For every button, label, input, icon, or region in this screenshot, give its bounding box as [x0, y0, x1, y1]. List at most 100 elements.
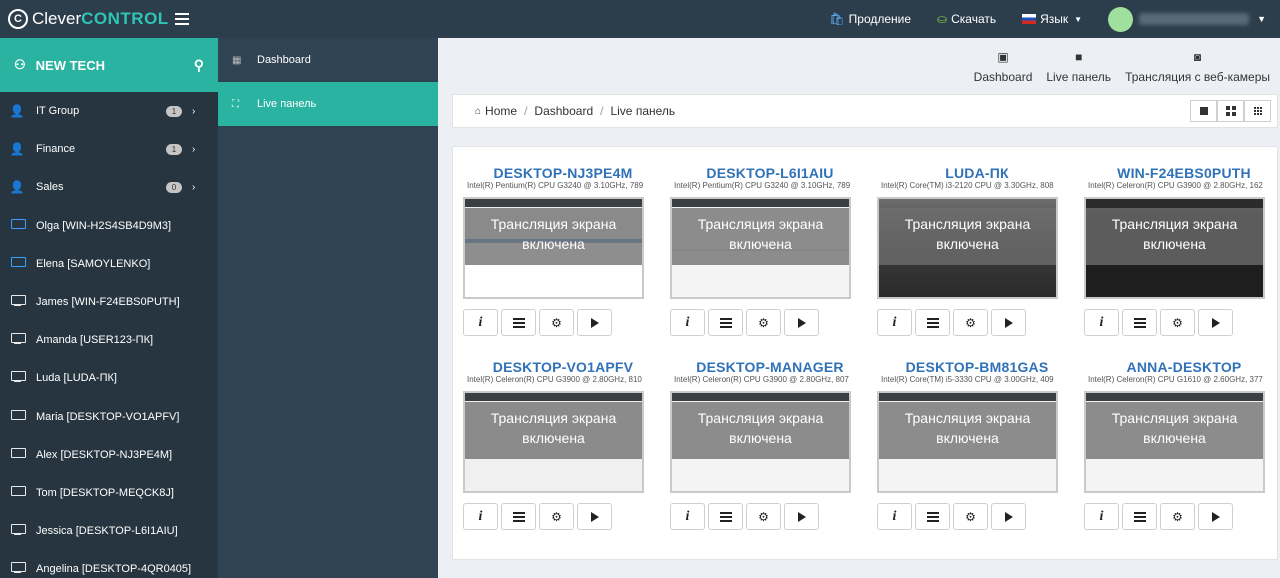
breadcrumb-current: Live панель — [610, 104, 676, 118]
list-button[interactable] — [501, 503, 536, 530]
play-button[interactable] — [784, 309, 819, 336]
monitor-icon — [10, 485, 26, 497]
play-button[interactable] — [991, 309, 1026, 336]
screen-thumbnail[interactable]: Трансляция экрана включена — [670, 391, 851, 493]
info-button[interactable]: i — [1084, 503, 1119, 530]
info-button[interactable]: i — [670, 309, 705, 336]
subnav-live[interactable]: ⛶ Live панель — [218, 82, 438, 126]
sidebar-computer-james[interactable]: James [WIN-F24EBS0PUTH] — [0, 283, 218, 321]
list-button[interactable] — [501, 309, 536, 336]
sidebar-list: 👤 IT Group 1 › 👤 Finance 1 › 👤 Sales 0 ›… — [0, 92, 218, 578]
list-icon — [1133, 317, 1146, 328]
grid-1x1-button[interactable] — [1190, 100, 1217, 122]
settings-button[interactable]: ⚙ — [539, 503, 574, 530]
sidebar-group-finance[interactable]: 👤 Finance 1 › — [0, 130, 218, 168]
computer-name[interactable]: DESKTOP-MANAGER — [670, 359, 870, 375]
company-header[interactable]: ⚇ NEW TECH ⚲ — [0, 38, 218, 92]
list-button[interactable] — [1122, 309, 1157, 336]
list-button[interactable] — [708, 309, 743, 336]
settings-button[interactable]: ⚙ — [953, 503, 988, 530]
settings-button[interactable]: ⚙ — [953, 309, 988, 336]
stream-status-line1: Трансляция экрана — [1111, 216, 1238, 232]
list-button[interactable] — [708, 503, 743, 530]
info-button[interactable]: i — [463, 503, 498, 530]
toolbar-webcam[interactable]: ◙ Трансляция с веб-камеры — [1125, 50, 1270, 84]
user-name-blurred[interactable] — [1139, 13, 1250, 25]
search-icon[interactable]: ⚲ — [194, 57, 204, 74]
play-button[interactable] — [1198, 503, 1233, 530]
computer-name[interactable]: DESKTOP-NJ3PE4M — [463, 165, 663, 181]
card-actions: i ⚙ — [670, 309, 870, 336]
screen-thumbnail[interactable]: Трансляция экрана включена — [877, 197, 1058, 299]
list-button[interactable] — [915, 309, 950, 336]
sidebar-computer-tom[interactable]: Tom [DESKTOP-MEQCK8J] — [0, 474, 218, 512]
computer-card: ANNA-DESKTOP Intel(R) Celeron(R) CPU G161… — [1084, 359, 1280, 530]
info-button[interactable]: i — [463, 309, 498, 336]
chevron-right-icon[interactable]: › — [192, 144, 204, 155]
sidebar-computer-luda[interactable]: Luda [LUDA-ПК] — [0, 359, 218, 397]
menu-toggle-icon[interactable] — [174, 13, 191, 25]
computer-name[interactable]: WIN-F24EBS0PUTH — [1084, 165, 1280, 181]
settings-button[interactable]: ⚙ — [539, 309, 574, 336]
screen-thumbnail[interactable]: Трансляция экрана включена — [877, 391, 1058, 493]
list-button[interactable] — [915, 503, 950, 530]
settings-button[interactable]: ⚙ — [1160, 503, 1195, 530]
sidebar-computer-amanda[interactable]: Amanda [USER123-ПК] — [0, 321, 218, 359]
settings-button[interactable]: ⚙ — [746, 503, 781, 530]
sidebar-computer-angelina[interactable]: Angelina [DESKTOP-4QR0405] — [0, 550, 218, 578]
screen-thumbnail[interactable]: Трансляция экрана включена — [463, 197, 644, 299]
computer-name[interactable]: DESKTOP-BM81GAS — [877, 359, 1077, 375]
monitor-icon — [10, 256, 26, 268]
list-icon — [719, 511, 732, 522]
list-icon — [1133, 511, 1146, 522]
sidebar-computer-elena[interactable]: Elena [SAMOYLENKO] — [0, 245, 218, 283]
play-button[interactable] — [577, 503, 612, 530]
info-button[interactable]: i — [1084, 309, 1119, 336]
avatar[interactable] — [1108, 6, 1134, 32]
cpu-info: Intel(R) Celeron(R) CPU G3900 @ 2.80GHz,… — [674, 375, 849, 384]
info-button[interactable]: i — [877, 503, 912, 530]
sidebar-group-sales[interactable]: 👤 Sales 0 › — [0, 168, 218, 206]
subnav-dashboard[interactable]: ▦ Dashboard — [218, 38, 438, 82]
card-actions: i ⚙ — [463, 503, 663, 530]
card-actions: i ⚙ — [1084, 503, 1280, 530]
info-button[interactable]: i — [670, 503, 705, 530]
play-button[interactable] — [991, 503, 1026, 530]
settings-button[interactable]: ⚙ — [746, 309, 781, 336]
settings-button[interactable]: ⚙ — [1160, 309, 1195, 336]
play-button[interactable] — [784, 503, 819, 530]
computer-name[interactable]: ANNA-DESKTOP — [1084, 359, 1280, 375]
breadcrumb-home[interactable]: Home — [485, 104, 517, 118]
toolbar-live[interactable]: ■ Live панель — [1046, 50, 1111, 84]
play-button[interactable] — [1198, 309, 1233, 336]
screen-thumbnail[interactable]: Трансляция экрана включена — [670, 197, 851, 299]
stream-status-line2: включена — [1143, 430, 1206, 446]
sidebar-computer-maria[interactable]: Maria [DESKTOP-VO1APFV] — [0, 398, 218, 436]
list-button[interactable] — [1122, 503, 1157, 530]
info-button[interactable]: i — [877, 309, 912, 336]
sidebar-computer-olga[interactable]: Olga [WIN-H2S4SB4D9M3] — [0, 207, 218, 245]
computer-name[interactable]: DESKTOP-VO1APFV — [463, 359, 663, 375]
screen-thumbnail[interactable]: Трансляция экрана включена — [1084, 197, 1265, 299]
screen-thumbnail[interactable]: Трансляция экрана включена — [463, 391, 644, 493]
screen-thumbnail[interactable]: Трансляция экрана включена — [1084, 391, 1265, 493]
chevron-right-icon[interactable]: › — [192, 182, 204, 193]
computer-label: Tom [DESKTOP-MEQCK8J] — [36, 486, 174, 499]
stream-status-line2: включена — [1143, 236, 1206, 252]
extend-link[interactable]: 🛍 Продление — [829, 12, 911, 26]
toolbar-dashboard[interactable]: ▣ Dashboard — [974, 50, 1033, 84]
sidebar-computer-jessica[interactable]: Jessica [DESKTOP-L6I1AIU] — [0, 512, 218, 550]
download-link[interactable]: ⛀ Скачать — [937, 12, 996, 26]
grid-2x2-button[interactable] — [1217, 100, 1244, 122]
computer-name[interactable]: DESKTOP-L6I1AIU — [670, 165, 870, 181]
computer-name[interactable]: LUDA-ПК — [877, 165, 1077, 181]
sidebar-computer-alex[interactable]: Alex [DESKTOP-NJ3PE4M] — [0, 436, 218, 474]
language-dropdown[interactable]: Язык ▼ — [1022, 12, 1082, 26]
computer-label: Jessica [DESKTOP-L6I1AIU] — [36, 525, 178, 538]
user-menu-chevron-icon[interactable]: ▼ — [1257, 14, 1266, 24]
breadcrumb-dashboard[interactable]: Dashboard — [534, 104, 593, 118]
chevron-right-icon[interactable]: › — [192, 106, 204, 117]
grid-3x3-button[interactable] — [1244, 100, 1271, 122]
play-button[interactable] — [577, 309, 612, 336]
sidebar-group-it[interactable]: 👤 IT Group 1 › — [0, 92, 218, 130]
